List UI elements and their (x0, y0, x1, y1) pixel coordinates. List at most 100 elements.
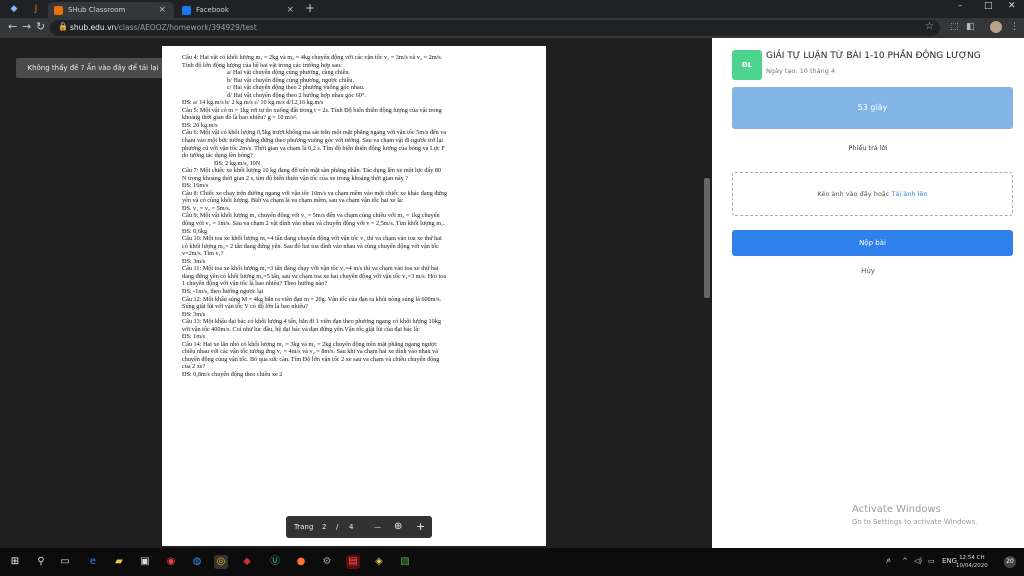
search-icon[interactable]: ⚲ (34, 555, 48, 569)
start-icon[interactable]: ⊞ (8, 555, 22, 569)
pinned-tab-icon[interactable]: J (30, 3, 42, 15)
answer-panel: ĐL GIẢI TỰ LUẬN TỪ BÀI 1-10 PHẦN ĐỘNG LƯ… (712, 38, 1024, 548)
zoom-in-button[interactable]: + (416, 516, 425, 538)
extension-icon[interactable]: ⬚ (950, 22, 959, 32)
document-line: động với v₂ = 1m/s. Sau va chạm 2 vật dí… (182, 220, 445, 228)
page-separator: / (336, 523, 339, 531)
document-line: có khối lượng m₂= 2 tấn đang đứng yên. S… (182, 242, 439, 250)
app-icon[interactable]: ◉ (164, 555, 178, 569)
document-line: yên và có cùng khối lượng. Biết va chạm … (182, 197, 404, 205)
document-line: khoảng thời gian đó là bao nhiêu? g = 10… (182, 114, 298, 122)
clock-time: 12:54 CH (959, 555, 985, 561)
document-line: phương cũ với vận tốc 2m/s. Thời gian va… (182, 144, 445, 152)
current-page[interactable]: 2 (322, 516, 326, 538)
app-icon[interactable]: ⚙ (320, 555, 334, 569)
image-dropzone[interactable]: Kéo ảnh vào đây hoặc Tải ảnh lên (732, 172, 1013, 216)
app-icon[interactable]: ◈ (372, 555, 386, 569)
answer-sheet-label: Phiếu trả lời (848, 144, 888, 152)
store-icon[interactable]: ▣ (138, 555, 152, 569)
url-text: shub.edu.vn/class/AEOOZ/homework/394929/… (70, 23, 257, 32)
document-line: ĐS: 20 kg.m/s (182, 121, 218, 129)
document-line: ĐS: 0,6kg (182, 227, 208, 235)
document-line: với vận tốc 400m/s. Coi như lúc đầu, hệ … (182, 325, 420, 333)
reload-document-button[interactable]: Không thấy đề ? Ấn vào đây để tải lại (16, 58, 170, 78)
extension-icon[interactable]: ◧ (966, 22, 975, 32)
clock[interactable]: 12:54 CH 10/04/2020 (956, 554, 988, 570)
zoom-search-icon[interactable]: ⊕ (394, 516, 402, 538)
clock-date: 10/04/2020 (956, 563, 988, 569)
app-icon[interactable]: ◍ (190, 555, 204, 569)
minimize-button[interactable]: – (958, 1, 963, 11)
document-page: Câu 4: Hai vật có khối lượng m₁ = 2kg và… (162, 46, 546, 546)
dropzone-text: Kéo ảnh vào đây hoặc (817, 190, 892, 198)
document-line: chuyển động cùng vận tốc. Bỏ qua sức cản… (182, 355, 440, 363)
document-line: ĐS: -1m/s, theo hướng ngược lại (182, 287, 264, 295)
document-line: Súng giật lùi với vận tốc V có độ lớn là… (182, 303, 308, 311)
tab-shub-classroom[interactable]: SHub Classroom × (48, 2, 174, 18)
network-icon[interactable]: ▭ (928, 557, 935, 565)
tab-search-icon[interactable]: ◆ (8, 3, 20, 15)
tray-chevron-icon[interactable]: ^ (902, 557, 908, 565)
page-navigator: Trang 2 / 4 — ⊕ + (286, 516, 432, 538)
activate-subtitle: Go to Settings to activate Windows. (852, 518, 978, 526)
notification-badge[interactable]: 20 (1004, 556, 1016, 568)
tab-facebook[interactable]: Facebook × (176, 2, 302, 18)
cancel-button[interactable]: Hủy (712, 267, 1024, 275)
app-icon[interactable]: ▤ (346, 555, 360, 569)
new-tab-button[interactable]: + (305, 1, 315, 15)
document-line: ĐS: 16m/s (182, 182, 209, 190)
viewer-scrollbar[interactable] (704, 178, 710, 298)
task-view-icon[interactable]: ▭ (58, 555, 72, 569)
timer-button[interactable]: 53 giây (732, 87, 1013, 129)
homework-date: Ngày tạo: 10 tháng 4 (766, 67, 836, 75)
app-icon[interactable]: ▧ (398, 555, 412, 569)
document-line: Câu 7: Một chiếc xe khối lượng 10 kg đan… (182, 167, 442, 175)
file-explorer-icon[interactable]: ▰ (112, 555, 126, 569)
url-field[interactable]: 🔒 shub.edu.vn/class/AEOOZ/homework/39492… (50, 20, 940, 36)
maximize-button[interactable]: □ (984, 1, 993, 11)
reload-icon[interactable]: ↻ (36, 20, 45, 33)
zoom-out-button[interactable]: — (374, 516, 381, 538)
app-icon[interactable]: Ⓤ (268, 555, 282, 569)
close-tab-icon[interactable]: × (158, 2, 166, 18)
back-icon[interactable]: ← (8, 20, 17, 33)
activate-windows-watermark: Activate Windows Go to Settings to activ… (852, 504, 977, 526)
firefox-icon[interactable]: ● (294, 555, 308, 569)
document-line: Câu 11: Một toa xe khối lượng m₁=3 tấn đ… (182, 265, 439, 273)
document-line: ĐS: 3m/s (182, 257, 206, 265)
document-line: của 2 xe? (182, 363, 206, 371)
document-line: v=2m/s. Tìm v₁? (182, 250, 224, 258)
language-indicator[interactable]: ENG (942, 557, 957, 565)
document-line: Câu 12: Một khẩu súng M = 4kg bắn ra viê… (182, 295, 442, 303)
address-bar: ← → ↻ 🔒 shub.edu.vn/class/AEOOZ/homework… (0, 18, 1024, 38)
shub-favicon-icon (54, 6, 63, 15)
document-line: ĐS: a/ 14 kg.m/s b/ 2 kg.m/s c/ 10 kg.m/… (182, 99, 324, 107)
tab-label: SHub Classroom (68, 6, 126, 14)
profile-avatar[interactable] (990, 21, 1002, 33)
bookmark-star-icon[interactable]: ☆ (925, 21, 934, 32)
homework-title: GIẢI TỰ LUẬN TỪ BÀI 1-10 PHẦN ĐỘNG LƯỢNG (766, 51, 981, 61)
browser-tabstrip: ◆ J SHub Classroom × Facebook × + – □ ✕ (0, 0, 1024, 18)
submit-button[interactable]: Nộp bài (732, 230, 1013, 256)
homework-avatar: ĐL (732, 50, 762, 80)
close-tab-icon[interactable]: × (286, 2, 294, 18)
upload-image-link[interactable]: Tải ảnh lên (891, 190, 927, 198)
document-line: ĐS: 3m/s (182, 310, 206, 318)
document-line: c/ Hai vật chuyển động theo 2 phương vuô… (227, 84, 365, 92)
app-icon[interactable]: ◆ (240, 555, 254, 569)
chrome-icon[interactable]: ◎ (214, 555, 228, 569)
close-window-button[interactable]: ✕ (1008, 1, 1016, 11)
menu-icon[interactable]: ⋮ (1010, 22, 1019, 32)
document-line: Câu 13: Một khẩu đại bác có khối lượng 4… (182, 318, 441, 326)
people-icon[interactable]: ዶ (886, 557, 891, 566)
forward-icon[interactable]: → (22, 20, 31, 33)
document-line: Câu 8: Chiếc xe chạy trên đường ngang vớ… (182, 189, 447, 197)
document-line: chiều nhau với các vận tốc tương ứng v₁ … (182, 348, 439, 356)
document-viewer: Không thấy đề ? Ấn vào đây để tải lại Câ… (0, 38, 712, 548)
total-pages: 4 (349, 523, 354, 531)
document-line: Câu 6: Một vật có khối lượng 0,5kg trượt… (182, 129, 447, 137)
volume-icon[interactable]: ◁) (914, 557, 922, 565)
document-line: ĐS. v₁ = v₂ = 5m/s. (182, 204, 231, 212)
edge-icon[interactable]: e (86, 555, 100, 569)
document-line: ĐS: 2 kg.m/s, 10N (214, 159, 261, 167)
